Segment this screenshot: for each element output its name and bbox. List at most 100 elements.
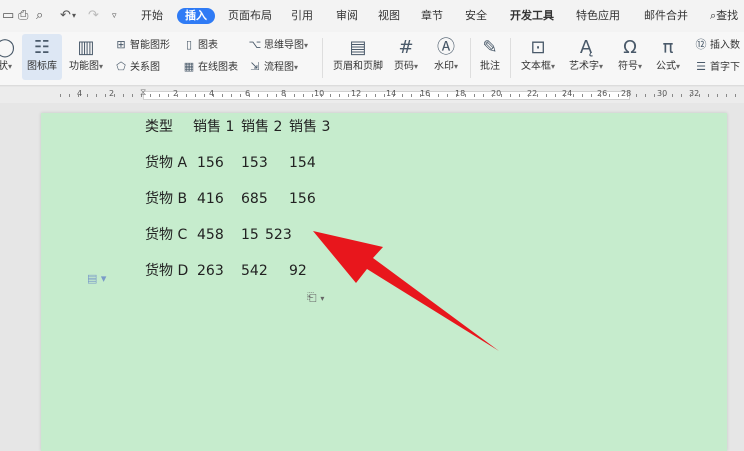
- chart-icon: ▯: [185, 38, 193, 51]
- smart-shape-button[interactable]: ⊞ 智能图形: [114, 37, 170, 53]
- mind-map-icon: ⌥: [248, 38, 262, 51]
- online-chart-icon: ▦: [183, 60, 195, 73]
- tab-special-apps[interactable]: 特色应用: [576, 8, 620, 24]
- ruler-label: 26: [597, 89, 608, 98]
- watermark-button[interactable]: Ⓐ 水印▾: [428, 34, 464, 80]
- tab-developer-tools[interactable]: 开发工具: [510, 8, 554, 24]
- ruler-tick: [672, 94, 673, 97]
- undo-dropdown-icon[interactable]: ▾: [72, 9, 76, 23]
- ruler-tick: [573, 94, 574, 97]
- tab-view[interactable]: 视图: [378, 8, 400, 24]
- comment-label: 批注: [480, 61, 500, 72]
- document-workspace: 类型 销售 1 销售 2 销售 3 货物 A 156 153 154 货物 B 416 685 156…: [0, 103, 744, 451]
- header-footer-label: 页眉和页脚: [333, 61, 383, 72]
- comment-button[interactable]: ✎ 批注: [476, 34, 504, 80]
- formula-button[interactable]: π 公式▾: [652, 34, 684, 80]
- ruler-tick: [330, 94, 331, 97]
- drop-cap-label: 首字下: [710, 62, 740, 73]
- chevron-down-icon: ▾: [453, 62, 458, 71]
- ruler-tick: [195, 94, 196, 97]
- ruler-tick: [510, 94, 511, 97]
- ruler-tick: [582, 94, 583, 97]
- ruler-tick: [150, 94, 151, 97]
- ruler-tick: [663, 94, 664, 97]
- relation-chart-button[interactable]: ⬠ 关系图: [114, 59, 160, 75]
- tab-home[interactable]: 开始: [141, 8, 163, 24]
- ruler-tick: [321, 94, 322, 97]
- icon-library-icon: ☷: [33, 37, 51, 58]
- ruler-tick: [681, 94, 682, 97]
- tab-mail-merge[interactable]: 邮件合并: [644, 8, 688, 24]
- ruler-tick: [519, 94, 520, 97]
- ruler-tick: [618, 94, 619, 97]
- mind-map-button[interactable]: ⌥ 思维导图▾: [248, 37, 308, 53]
- flowchart-button[interactable]: ⇲ 流程图▾: [248, 59, 298, 75]
- horizontal-ruler[interactable]: 422468101214161820222426283032 ⧖: [0, 87, 744, 103]
- print-icon[interactable]: ⎙: [18, 9, 28, 23]
- ruler-tick: [87, 94, 88, 97]
- tab-review[interactable]: 审阅: [336, 8, 358, 24]
- tab-insert[interactable]: 插入: [177, 8, 215, 24]
- insert-number-label: 插入数: [710, 40, 740, 51]
- ruler-tick: [312, 94, 313, 97]
- ruler-tick: [483, 94, 484, 97]
- ruler-tick: [465, 94, 466, 97]
- symbol-label: 符号: [617, 61, 638, 72]
- insert-number-button[interactable]: ⑫ 插入数: [694, 37, 741, 53]
- ruler-tick: [60, 94, 61, 97]
- ruler-tick: [726, 94, 727, 97]
- ruler-tick: [699, 94, 700, 97]
- ruler-tick: [564, 94, 565, 97]
- ruler-tick: [267, 94, 268, 97]
- ruler-tick: [249, 94, 250, 97]
- chevron-down-icon: ▾: [598, 62, 603, 71]
- online-chart-button[interactable]: ▦ 在线图表: [182, 59, 238, 75]
- watermark-label: 水印: [433, 61, 454, 72]
- tab-page-layout[interactable]: 页面布局: [228, 8, 272, 24]
- header-footer-button[interactable]: ▤ 页眉和页脚: [330, 34, 386, 80]
- ruler-tick: [123, 94, 124, 97]
- undo-icon[interactable]: ↶: [60, 9, 71, 23]
- page-number-button[interactable]: # 页码▾: [390, 34, 422, 80]
- ruler-tick: [114, 94, 115, 97]
- search-button[interactable]: ⌕查找: [710, 8, 738, 24]
- ruler-tick: [636, 94, 637, 97]
- chevron-down-icon: ▾: [294, 63, 299, 72]
- ruler-tick: [546, 94, 547, 97]
- indent-marker-icon[interactable]: ⧖: [140, 88, 146, 98]
- ruler-tick: [294, 94, 295, 97]
- function-chart-button[interactable]: ▥ 功能图▾: [64, 34, 108, 80]
- ruler-tick: [348, 94, 349, 97]
- text-box-button[interactable]: ⊡ 文本框▾: [516, 34, 560, 80]
- online-chart-label: 在线图表: [198, 62, 238, 73]
- ruler-tick: [609, 94, 610, 97]
- ribbon-separator: [470, 38, 471, 78]
- drop-cap-icon: ☰: [696, 60, 706, 73]
- save-icon[interactable]: ▭: [2, 9, 14, 23]
- watermark-icon: Ⓐ: [437, 37, 455, 58]
- ruler-tick: [456, 94, 457, 97]
- drop-cap-button[interactable]: ☰ 首字下: [694, 59, 740, 75]
- ruler-label: 14: [386, 89, 397, 98]
- chart-button[interactable]: ▯ 图表: [182, 37, 218, 53]
- redo-icon[interactable]: ↷: [88, 9, 99, 23]
- icon-library-button[interactable]: ☷ 图标库: [22, 34, 62, 80]
- tab-security[interactable]: 安全: [465, 8, 487, 24]
- ruler-tick: [645, 94, 646, 97]
- shape-button[interactable]: ◯ 状▾: [0, 34, 18, 80]
- symbol-button[interactable]: Ω 符号▾: [614, 34, 646, 80]
- ruler-tick: [366, 94, 367, 97]
- ruler-tick: [186, 94, 187, 97]
- ruler-tick: [690, 94, 691, 97]
- customize-quick-access-icon[interactable]: ▿: [112, 9, 117, 23]
- ruler-tick: [231, 94, 232, 97]
- ruler-tick: [96, 94, 97, 97]
- tab-chapter[interactable]: 章节: [421, 8, 443, 24]
- tab-references[interactable]: 引用: [291, 8, 313, 24]
- mind-map-label: 思维导图: [264, 40, 304, 51]
- print-preview-icon[interactable]: ⌕: [36, 9, 43, 23]
- art-text-button[interactable]: Ą 艺术字▾: [564, 34, 608, 80]
- search-label: 查找: [716, 9, 739, 22]
- ruler-tick: [285, 94, 286, 97]
- shape-label: 状: [0, 61, 8, 72]
